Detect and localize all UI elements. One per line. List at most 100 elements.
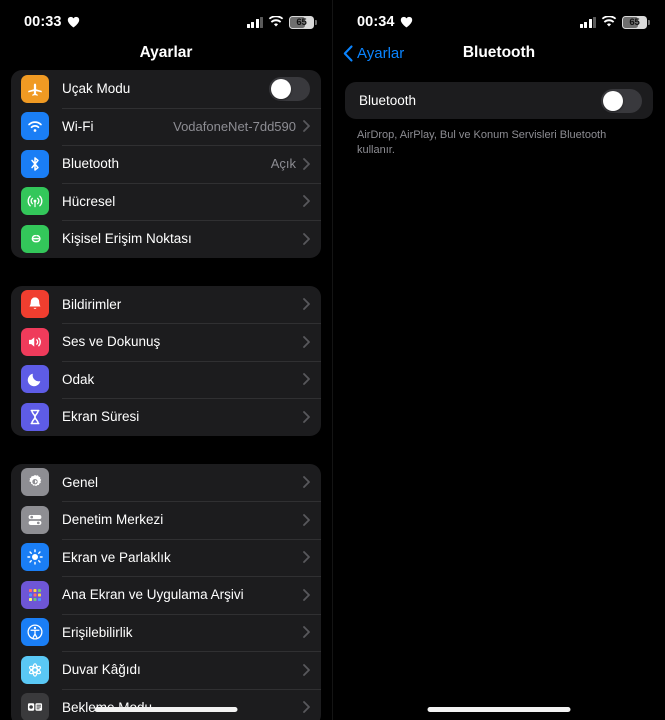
- back-button[interactable]: Ayarlar: [343, 45, 404, 62]
- settings-navbar: Ayarlar: [0, 36, 332, 70]
- accessibility-icon: [27, 624, 43, 640]
- battery-percent-label: 65: [629, 16, 640, 28]
- wifi-icon: [601, 16, 617, 27]
- status-bar-left: 00:33 65: [0, 0, 332, 36]
- accessibility-icon-tile: [21, 618, 49, 647]
- standby-icon: [27, 703, 43, 711]
- bluetooth-toggle-label: Bluetooth: [359, 93, 417, 108]
- brightness-icon: [27, 549, 43, 566]
- home-indicator-right[interactable]: [427, 707, 571, 712]
- standby-icon-tile: [21, 693, 49, 720]
- settings-scroll-area[interactable]: Uçak Modu Wi-Fi VodafoneNet-7dd590 Bluetoot…: [0, 70, 332, 720]
- settings-row-label: Genel: [62, 474, 99, 490]
- control-center-icon: [28, 514, 42, 525]
- chevron-left-icon: [343, 44, 353, 62]
- settings-row[interactable]: Bildirimler: [11, 286, 321, 324]
- chevron-right-icon: [303, 588, 310, 601]
- moon-icon-tile: [21, 365, 49, 394]
- hourglass-icon: [30, 409, 40, 424]
- chevron-right-icon: [303, 513, 310, 526]
- settings-row-value: VodafoneNet-7dd590: [173, 118, 296, 134]
- status-bar-right-group: 65: [246, 15, 317, 29]
- settings-row-label: Odak: [62, 371, 95, 387]
- wifi-icon: [268, 16, 284, 27]
- settings-group: Uçak Modu Wi-Fi VodafoneNet-7dd590 Bluetoot…: [11, 70, 321, 258]
- dual-screenshot-container: 00:33 65 Ayarlar Uçak Modu Wi-Fi Vodafon…: [0, 0, 665, 720]
- settings-row[interactable]: Bluetooth Açık: [11, 145, 321, 183]
- chevron-right-icon: [303, 373, 310, 386]
- battery-icon: 65: [622, 15, 650, 29]
- gear-icon: [29, 475, 42, 487]
- battery-percent-label: 65: [296, 16, 307, 28]
- settings-row[interactable]: Bekleme Modu: [11, 688, 321, 720]
- settings-row-label: Ana Ekran ve Uygulama Arşivi: [62, 587, 244, 603]
- status-time: 00:34: [357, 14, 395, 30]
- chevron-right-icon: [303, 410, 310, 423]
- chevron-right-icon: [303, 663, 310, 676]
- chevron-right-icon: [303, 551, 310, 564]
- status-bar-right: 00:34 65: [333, 0, 665, 36]
- home-indicator-left[interactable]: [94, 707, 238, 712]
- settings-row-label: Uçak Modu: [62, 81, 131, 97]
- hotspot-icon-tile: [21, 224, 49, 253]
- airplane-mode-toggle[interactable]: [269, 76, 310, 101]
- settings-row[interactable]: Odak: [11, 360, 321, 399]
- control-center-icon-tile: [21, 505, 49, 534]
- settings-row-label: Ses ve Dokunuş: [62, 334, 161, 350]
- settings-row[interactable]: Ekran ve Parlaklık: [11, 538, 321, 577]
- settings-row-label: Ekran ve Parlaklık: [62, 549, 171, 565]
- chevron-right-icon: [303, 626, 310, 639]
- settings-row[interactable]: Duvar Kâğıdı: [11, 651, 321, 689]
- bell-icon-tile: [21, 290, 49, 319]
- status-bar-left-group: 00:33: [24, 14, 80, 30]
- cellular-signal-icon: [246, 16, 263, 28]
- heart-icon: [67, 16, 79, 28]
- hourglass-icon-tile: [21, 402, 49, 431]
- wifi-icon: [28, 121, 42, 133]
- chevron-right-icon: [303, 476, 310, 489]
- bluetooth-content: Bluetooth AirDrop, AirPlay, Bul ve Konum…: [333, 70, 665, 157]
- status-time: 00:33: [24, 14, 62, 30]
- settings-row[interactable]: Hücresel: [11, 182, 321, 221]
- settings-row-value: Açık: [270, 156, 296, 172]
- settings-row-label: Hücresel: [62, 193, 116, 209]
- page-title: Bluetooth: [462, 44, 536, 61]
- settings-group: Bildirimler Ses ve Dokunuş Odak Ekran Süres…: [11, 285, 321, 436]
- bluetooth-footer-text: AirDrop, AirPlay, Bul ve Konum Servisler…: [357, 129, 607, 156]
- settings-row[interactable]: Uçak Modu: [11, 70, 321, 108]
- settings-row[interactable]: Genel: [11, 464, 321, 502]
- hotspot-icon: [31, 234, 41, 243]
- settings-row-label: Denetim Merkezi: [62, 512, 164, 528]
- cellular-icon: [27, 195, 43, 208]
- settings-row[interactable]: Ses ve Dokunuş: [11, 323, 321, 361]
- settings-row[interactable]: Ekran Süresi: [11, 398, 321, 436]
- settings-row[interactable]: Kişisel Erişim Noktası: [11, 220, 321, 258]
- bluetooth-toggle-row[interactable]: Bluetooth: [345, 82, 653, 119]
- chevron-right-icon: [303, 298, 310, 311]
- status-bar-right-group-2: 65: [579, 15, 650, 29]
- settings-row-label: Erişilebilirlik: [62, 624, 133, 640]
- status-bar-left-group-2: 00:34: [357, 14, 413, 30]
- speaker-icon-tile: [21, 327, 49, 356]
- bluetooth-toggle-switch[interactable]: [601, 88, 642, 113]
- wifi-icon-tile: [21, 112, 49, 141]
- settings-row-label: Ekran Süresi: [62, 409, 140, 425]
- settings-row[interactable]: Erişilebilirlik: [11, 613, 321, 652]
- heart-icon: [400, 16, 412, 28]
- settings-row[interactable]: Wi-Fi VodafoneNet-7dd590: [11, 107, 321, 146]
- chevron-right-icon: [303, 120, 310, 133]
- settings-row[interactable]: Ana Ekran ve Uygulama Arşivi: [11, 576, 321, 614]
- wallpaper-icon: [28, 663, 42, 677]
- bluetooth-navbar: Ayarlar Bluetooth: [333, 36, 665, 70]
- bell-icon: [29, 297, 41, 310]
- battery-icon: 65: [289, 15, 317, 29]
- wallpaper-icon-tile: [21, 655, 49, 684]
- gear-icon-tile: [21, 468, 49, 497]
- cellular-signal-icon: [579, 16, 596, 28]
- settings-group: Genel Denetim Merkezi Ekran ve Parlaklık An…: [11, 463, 321, 720]
- settings-screen: 00:33 65 Ayarlar Uçak Modu Wi-Fi Vodafon…: [0, 0, 333, 720]
- settings-row[interactable]: Denetim Merkezi: [11, 501, 321, 539]
- app-grid-icon: [29, 588, 41, 601]
- chevron-right-icon: [303, 335, 310, 348]
- chevron-right-icon: [303, 195, 310, 208]
